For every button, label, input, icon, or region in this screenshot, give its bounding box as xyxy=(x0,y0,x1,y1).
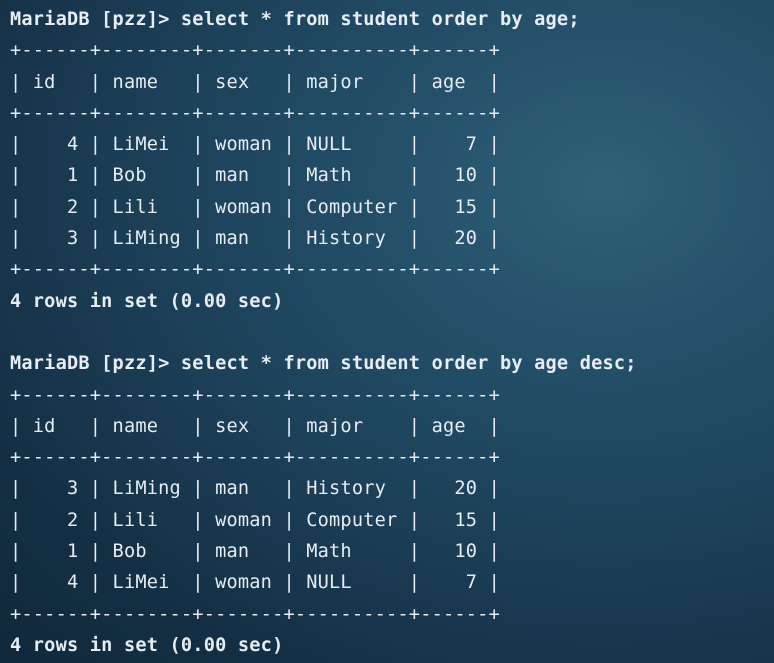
query-2-prompt-line: MariaDB [pzz]> select * from student ord… xyxy=(10,353,637,375)
terminal-window[interactable]: MariaDB [pzz]> select * from student ord… xyxy=(0,0,774,663)
query-2-table-border-top: +------+--------+-------+----------+----… xyxy=(10,384,500,406)
query-1-table-row: | 1 | Bob | man | Math | 10 | xyxy=(10,165,500,187)
query-1-table-header: | id | name | sex | major | age | xyxy=(10,71,500,93)
query-1-result-summary: 4 rows in set (0.00 sec) xyxy=(10,290,284,312)
query-1-table-row: | 4 | LiMei | woman | NULL | 7 | xyxy=(10,134,500,156)
query-2-result-summary: 4 rows in set (0.00 sec) xyxy=(10,634,284,656)
query-1-table-row: | 2 | Lili | woman | Computer | 15 | xyxy=(10,196,500,218)
query-2-table-row: | 4 | LiMei | woman | NULL | 7 | xyxy=(10,572,500,594)
query-1-table-border-bottom: +------+--------+-------+----------+----… xyxy=(10,259,500,281)
query-1-table-border-mid: +------+--------+-------+----------+----… xyxy=(10,102,500,124)
query-1-prompt-line: MariaDB [pzz]> select * from student ord… xyxy=(10,9,580,30)
query-2-table-row: | 2 | Lili | woman | Computer | 15 | xyxy=(10,509,500,531)
query-1-table-border-top: +------+--------+-------+----------+----… xyxy=(10,40,500,62)
query-2-table-header: | id | name | sex | major | age | xyxy=(10,415,500,437)
query-2-table-row: | 3 | LiMing | man | History | 20 | xyxy=(10,478,500,500)
query-1-table-row: | 3 | LiMing | man | History | 20 | xyxy=(10,228,500,250)
query-2-table-border-mid: +------+--------+-------+----------+----… xyxy=(10,447,500,469)
query-2-table-row: | 1 | Bob | man | Math | 10 | xyxy=(10,541,500,563)
query-2-table-border-bottom: +------+--------+-------+----------+----… xyxy=(10,603,500,625)
